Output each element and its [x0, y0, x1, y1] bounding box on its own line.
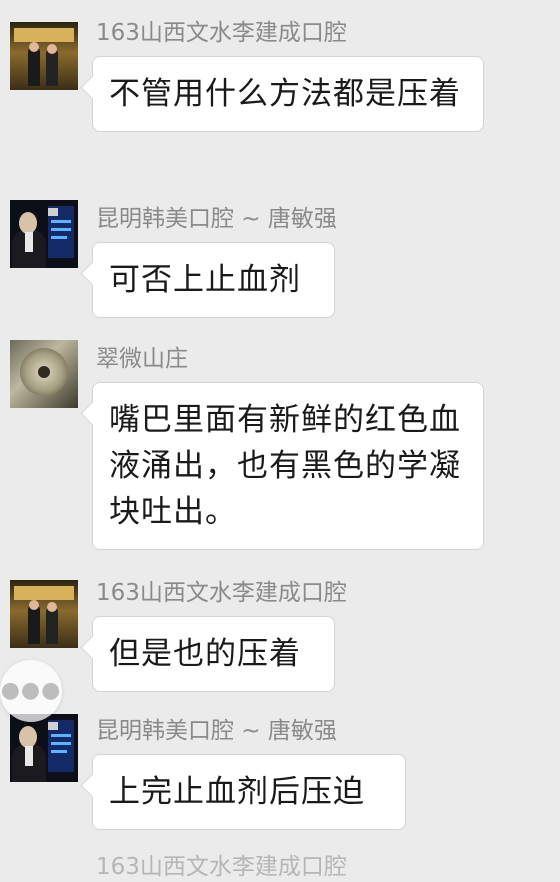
- sender-name: 昆明韩美口腔 ~ 唐敏强: [96, 206, 337, 232]
- chat-message-list[interactable]: 163山西文水李建成口腔 不管用什么方法都是压着 昆明韩美口腔 ~ 唐敏强 可否…: [0, 0, 560, 880]
- sender-avatar[interactable]: [10, 200, 78, 268]
- sender-avatar[interactable]: [10, 22, 78, 90]
- sender-avatar[interactable]: [10, 580, 78, 648]
- sender-name: 163山西文水李建成口腔: [96, 20, 347, 46]
- sender-avatar[interactable]: [10, 340, 78, 408]
- floating-more-button[interactable]: ●●●: [0, 660, 62, 722]
- sender-name: 翠微山庄: [96, 346, 188, 372]
- sender-name: 163山西文水李建成口腔: [96, 854, 347, 880]
- message-bubble[interactable]: 但是也的压着: [92, 616, 335, 692]
- message-bubble[interactable]: 可否上止血剂: [92, 242, 335, 318]
- sender-name: 昆明韩美口腔 ~ 唐敏强: [96, 718, 337, 744]
- sender-avatar[interactable]: [10, 714, 78, 782]
- message-bubble[interactable]: 上完止血剂后压迫: [92, 754, 406, 830]
- message-bubble[interactable]: 嘴巴里面有新鲜的红色血液涌出，也有黑色的学凝块吐出。: [92, 382, 484, 550]
- sender-name: 163山西文水李建成口腔: [96, 580, 347, 606]
- message-bubble[interactable]: 不管用什么方法都是压着: [92, 56, 484, 132]
